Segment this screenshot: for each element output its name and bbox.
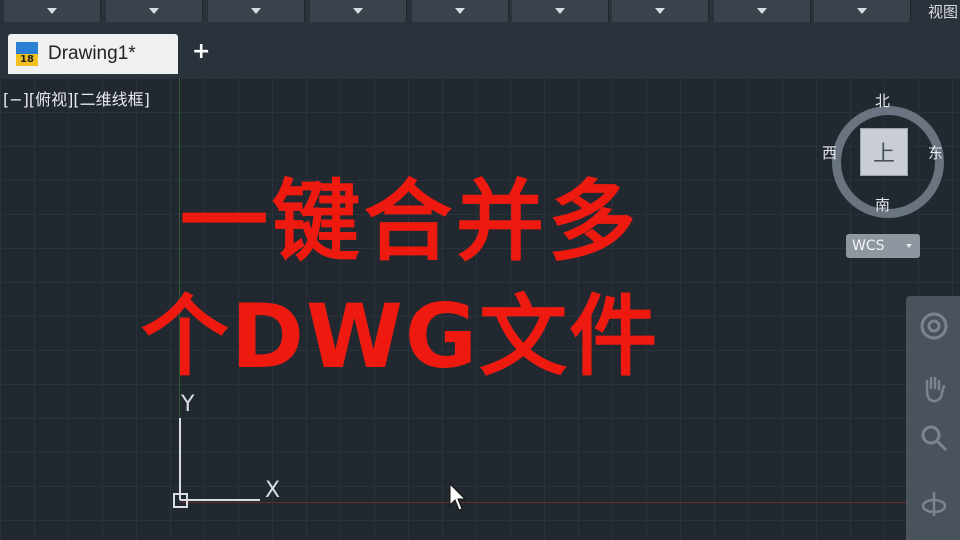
steering-wheel-icon (920, 312, 948, 340)
zoom-button[interactable] (912, 416, 956, 460)
document-tab-bar: 18 Drawing1* + (0, 26, 960, 78)
pan-button[interactable] (912, 366, 956, 410)
ribbon-dropdown-6[interactable] (512, 0, 609, 22)
chevron-down-icon (251, 8, 261, 14)
viewcube-top-face[interactable]: 上 (860, 128, 908, 176)
chevron-down-icon (353, 8, 363, 14)
ribbon-dropdown-3[interactable] (208, 0, 305, 22)
overlay-title-line-1: 一键合并多 (179, 170, 640, 273)
wcs-label: WCS (852, 238, 885, 254)
chevron-down-icon (47, 8, 57, 14)
ribbon-dropdown-2[interactable] (106, 0, 203, 22)
ribbon-dropdown-9[interactable] (814, 0, 911, 22)
viewport-controls-label[interactable]: [−][俯视][二维线框] (3, 86, 150, 110)
mouse-pointer-icon (449, 483, 467, 511)
new-tab-button[interactable]: + (192, 39, 210, 64)
tab-title: Drawing1* (48, 43, 136, 64)
chevron-down-icon (906, 244, 912, 248)
ribbon-dropdown-8[interactable] (714, 0, 811, 22)
compass-south[interactable]: 南 (875, 194, 890, 215)
ucs-icon: Y X (165, 388, 305, 518)
tab-drawing1[interactable]: 18 Drawing1* (8, 34, 178, 74)
ucs-y-label: Y (181, 392, 195, 417)
chevron-down-icon (857, 8, 867, 14)
chevron-down-icon (757, 8, 767, 14)
drawing-canvas[interactable]: [−][俯视][二维线框] 一键合并多 个DWG文件 Y X 上 北 南 西 东… (0, 78, 960, 540)
chevron-down-icon (455, 8, 465, 14)
steering-wheel-button[interactable] (912, 304, 956, 348)
viewcube[interactable]: 上 北 南 西 东 WCS (818, 90, 950, 276)
orbit-icon (921, 492, 947, 516)
wcs-dropdown[interactable]: WCS (846, 234, 920, 258)
ribbon-dropdown-7[interactable] (612, 0, 709, 22)
compass-east[interactable]: 东 (928, 142, 943, 163)
ucs-x-label: X (265, 478, 281, 503)
orbit-button[interactable] (912, 482, 956, 526)
compass-west[interactable]: 西 (822, 142, 837, 163)
ribbon-tab-view[interactable]: 视图 (928, 1, 958, 22)
ribbon-panel-bar: 视图 (0, 0, 960, 26)
overlay-title-line-2: 个DWG文件 (140, 285, 660, 388)
ribbon-dropdown-4[interactable] (310, 0, 407, 22)
pan-hand-icon (925, 376, 946, 403)
ribbon-dropdown-1[interactable] (4, 0, 101, 22)
autocad-app-icon: 18 (16, 42, 38, 66)
zoom-icon (921, 425, 948, 452)
chevron-down-icon (149, 8, 159, 14)
chevron-down-icon (555, 8, 565, 14)
ribbon-dropdown-5[interactable] (412, 0, 509, 22)
navigation-bar (906, 296, 960, 540)
compass-north[interactable]: 北 (875, 90, 890, 111)
chevron-down-icon (655, 8, 665, 14)
